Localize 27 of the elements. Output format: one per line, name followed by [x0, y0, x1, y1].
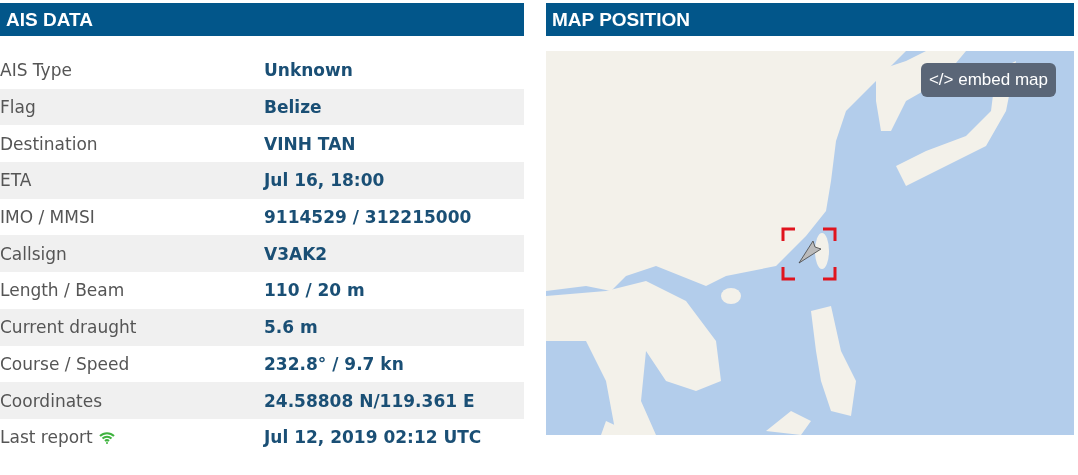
field-label: IMO / MMSI: [0, 207, 95, 228]
embed-map-button[interactable]: </> embed map: [920, 63, 1056, 97]
field-label: Coordinates: [0, 390, 103, 411]
field-value: V3AK2: [264, 243, 328, 264]
field-label: Destination: [0, 133, 98, 154]
section-header: AIS DATA: [0, 3, 524, 36]
signal-icon: [98, 430, 115, 444]
field-label: Current draught: [0, 317, 137, 338]
field-value: 232.8° / 9.7 kn: [264, 353, 404, 374]
field-label: AIS Type: [0, 60, 72, 81]
field-value: Belize: [264, 97, 322, 118]
field-value: Unknown: [264, 60, 353, 81]
position-marker-icon: [781, 227, 837, 281]
field-value: VINH TAN: [264, 133, 356, 154]
field-value: Jul 16, 18:00: [264, 170, 385, 191]
field-label: Course / Speed: [0, 353, 130, 374]
section-header: MAP POSITION: [546, 3, 1074, 36]
field-value: 5.6 m: [264, 317, 318, 338]
field-value: 110 / 20 m: [264, 280, 365, 301]
field-label: Callsign: [0, 243, 67, 264]
field-label: Length / Beam: [0, 280, 125, 301]
field-label: Flag: [0, 97, 36, 118]
field-label: Last report: [0, 427, 93, 448]
field-value: 9114529 / 312215000: [264, 207, 472, 228]
field-value: Jul 12, 2019 02:12 UTC: [264, 427, 482, 448]
field-label: ETA: [0, 170, 32, 191]
field-value: 24.58808 N/119.361 E: [264, 390, 475, 411]
